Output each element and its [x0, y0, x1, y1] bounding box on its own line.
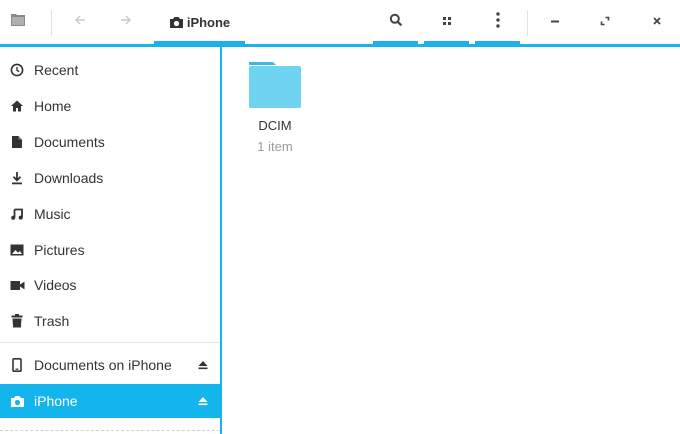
more-vertical-icon	[495, 11, 500, 33]
back-button[interactable]	[68, 0, 92, 44]
sidebar-border	[220, 47, 222, 434]
sidebar-item-documents[interactable]: Documents	[0, 125, 220, 159]
document-icon	[9, 134, 25, 150]
sidebar-item-documents-on-iphone[interactable]: Documents on iPhone	[0, 348, 220, 382]
grid-view-icon	[442, 13, 452, 31]
music-icon	[9, 206, 25, 222]
video-icon	[9, 277, 25, 293]
sidebar-item-music[interactable]: Music	[0, 197, 220, 231]
folder-name: DCIM	[258, 118, 292, 133]
sidebar-item-iphone[interactable]: iPhone	[0, 384, 220, 418]
sidebar-item-label: Videos	[34, 277, 77, 293]
home-icon	[9, 98, 25, 114]
arrow-left-icon	[73, 13, 87, 31]
folder-item-count: 1 item	[257, 139, 293, 154]
clock-icon	[9, 62, 25, 78]
sidebar-item-label: Trash	[34, 313, 70, 329]
header-separator	[527, 10, 528, 36]
search-icon	[389, 13, 403, 32]
arrow-right-icon	[119, 13, 133, 31]
sidebar-dashed-divider	[0, 430, 220, 431]
download-icon	[9, 170, 25, 186]
minimize-icon	[550, 13, 560, 31]
eject-icon[interactable]	[195, 393, 211, 409]
header-separator	[51, 10, 52, 36]
camera-icon	[9, 393, 25, 409]
maximize-icon	[600, 13, 610, 31]
phone-icon	[9, 357, 25, 373]
camera-icon	[169, 16, 184, 29]
trash-icon	[9, 313, 25, 329]
sidebar-item-downloads[interactable]: Downloads	[0, 161, 220, 195]
sidebar-item-trash[interactable]: Trash	[0, 304, 220, 338]
sidebar-item-home[interactable]: Home	[0, 89, 220, 123]
sidebar-item-label: Pictures	[34, 242, 85, 258]
sidebar-item-label: Music	[34, 206, 71, 222]
maximize-button[interactable]	[590, 0, 620, 44]
view-toggle-button[interactable]	[424, 0, 469, 44]
sidebar-item-pictures[interactable]: Pictures	[0, 233, 220, 267]
sidebar-item-label: Downloads	[34, 170, 104, 186]
sidebar-toggle-button[interactable]	[0, 0, 36, 44]
sidebar-item-videos[interactable]: Videos	[0, 268, 220, 302]
path-label: iPhone	[186, 14, 231, 30]
sidebar-divider	[0, 342, 220, 343]
path-button-iphone[interactable]: iPhone	[154, 0, 245, 44]
menu-button[interactable]	[475, 0, 520, 44]
sidebar-item-label: Documents on iPhone	[34, 357, 172, 373]
sidebar-item-label: iPhone	[34, 393, 78, 409]
folder-item-dcim[interactable]: DCIM 1 item	[236, 56, 314, 160]
minimize-button[interactable]	[540, 0, 570, 44]
close-button[interactable]	[642, 0, 672, 44]
folder-icon	[248, 60, 302, 113]
header-bar: iPhone	[0, 0, 680, 44]
sidebar-toggle-icon	[10, 12, 26, 33]
search-button[interactable]	[373, 0, 418, 44]
forward-button[interactable]	[114, 0, 138, 44]
eject-icon[interactable]	[195, 357, 211, 373]
picture-icon	[9, 242, 25, 258]
sidebar-item-label: Documents	[34, 134, 105, 150]
close-icon	[652, 13, 662, 31]
sidebar-item-label: Recent	[34, 62, 79, 78]
sidebar-item-recent[interactable]: Recent	[0, 53, 220, 87]
sidebar-item-label: Home	[34, 98, 72, 114]
